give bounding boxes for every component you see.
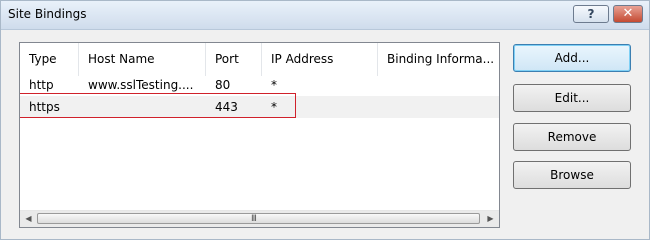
remove-button[interactable]: Remove: [513, 123, 631, 151]
scroll-left-icon[interactable]: ◀: [20, 211, 37, 227]
scroll-right-icon[interactable]: ▶: [482, 211, 499, 227]
https-row-highlight-box: [20, 93, 296, 118]
close-icon: ✕: [622, 6, 634, 21]
bindings-list[interactable]: Type Host Name Port IP Address Binding I…: [19, 42, 500, 228]
help-button[interactable]: ?: [573, 5, 609, 23]
list-header: Type Host Name Port IP Address Binding I…: [20, 43, 499, 76]
column-header-host-name[interactable]: Host Name: [79, 43, 206, 76]
add-button[interactable]: Add...: [513, 44, 631, 72]
edit-button[interactable]: Edit...: [513, 84, 631, 112]
browse-button[interactable]: Browse: [513, 161, 631, 189]
cell-binding-information: [378, 74, 499, 96]
horizontal-scrollbar[interactable]: ◀ III ▶: [20, 210, 499, 227]
site-bindings-dialog: Site Bindings ? ✕ Type Host Name Port IP…: [0, 0, 650, 240]
column-header-ip-address[interactable]: IP Address: [262, 43, 378, 76]
column-header-type[interactable]: Type: [20, 43, 79, 76]
title-bar: Site Bindings ? ✕: [1, 1, 649, 30]
dialog-title: Site Bindings: [8, 7, 87, 21]
column-header-binding-information[interactable]: Binding Informa...: [378, 43, 499, 76]
help-icon: ?: [587, 7, 595, 21]
cell-binding-information: [378, 96, 499, 118]
close-button[interactable]: ✕: [613, 5, 643, 23]
scrollbar-grip-icon: III: [251, 214, 257, 224]
scrollbar-thumb[interactable]: III: [37, 213, 480, 224]
column-header-port[interactable]: Port: [206, 43, 262, 76]
